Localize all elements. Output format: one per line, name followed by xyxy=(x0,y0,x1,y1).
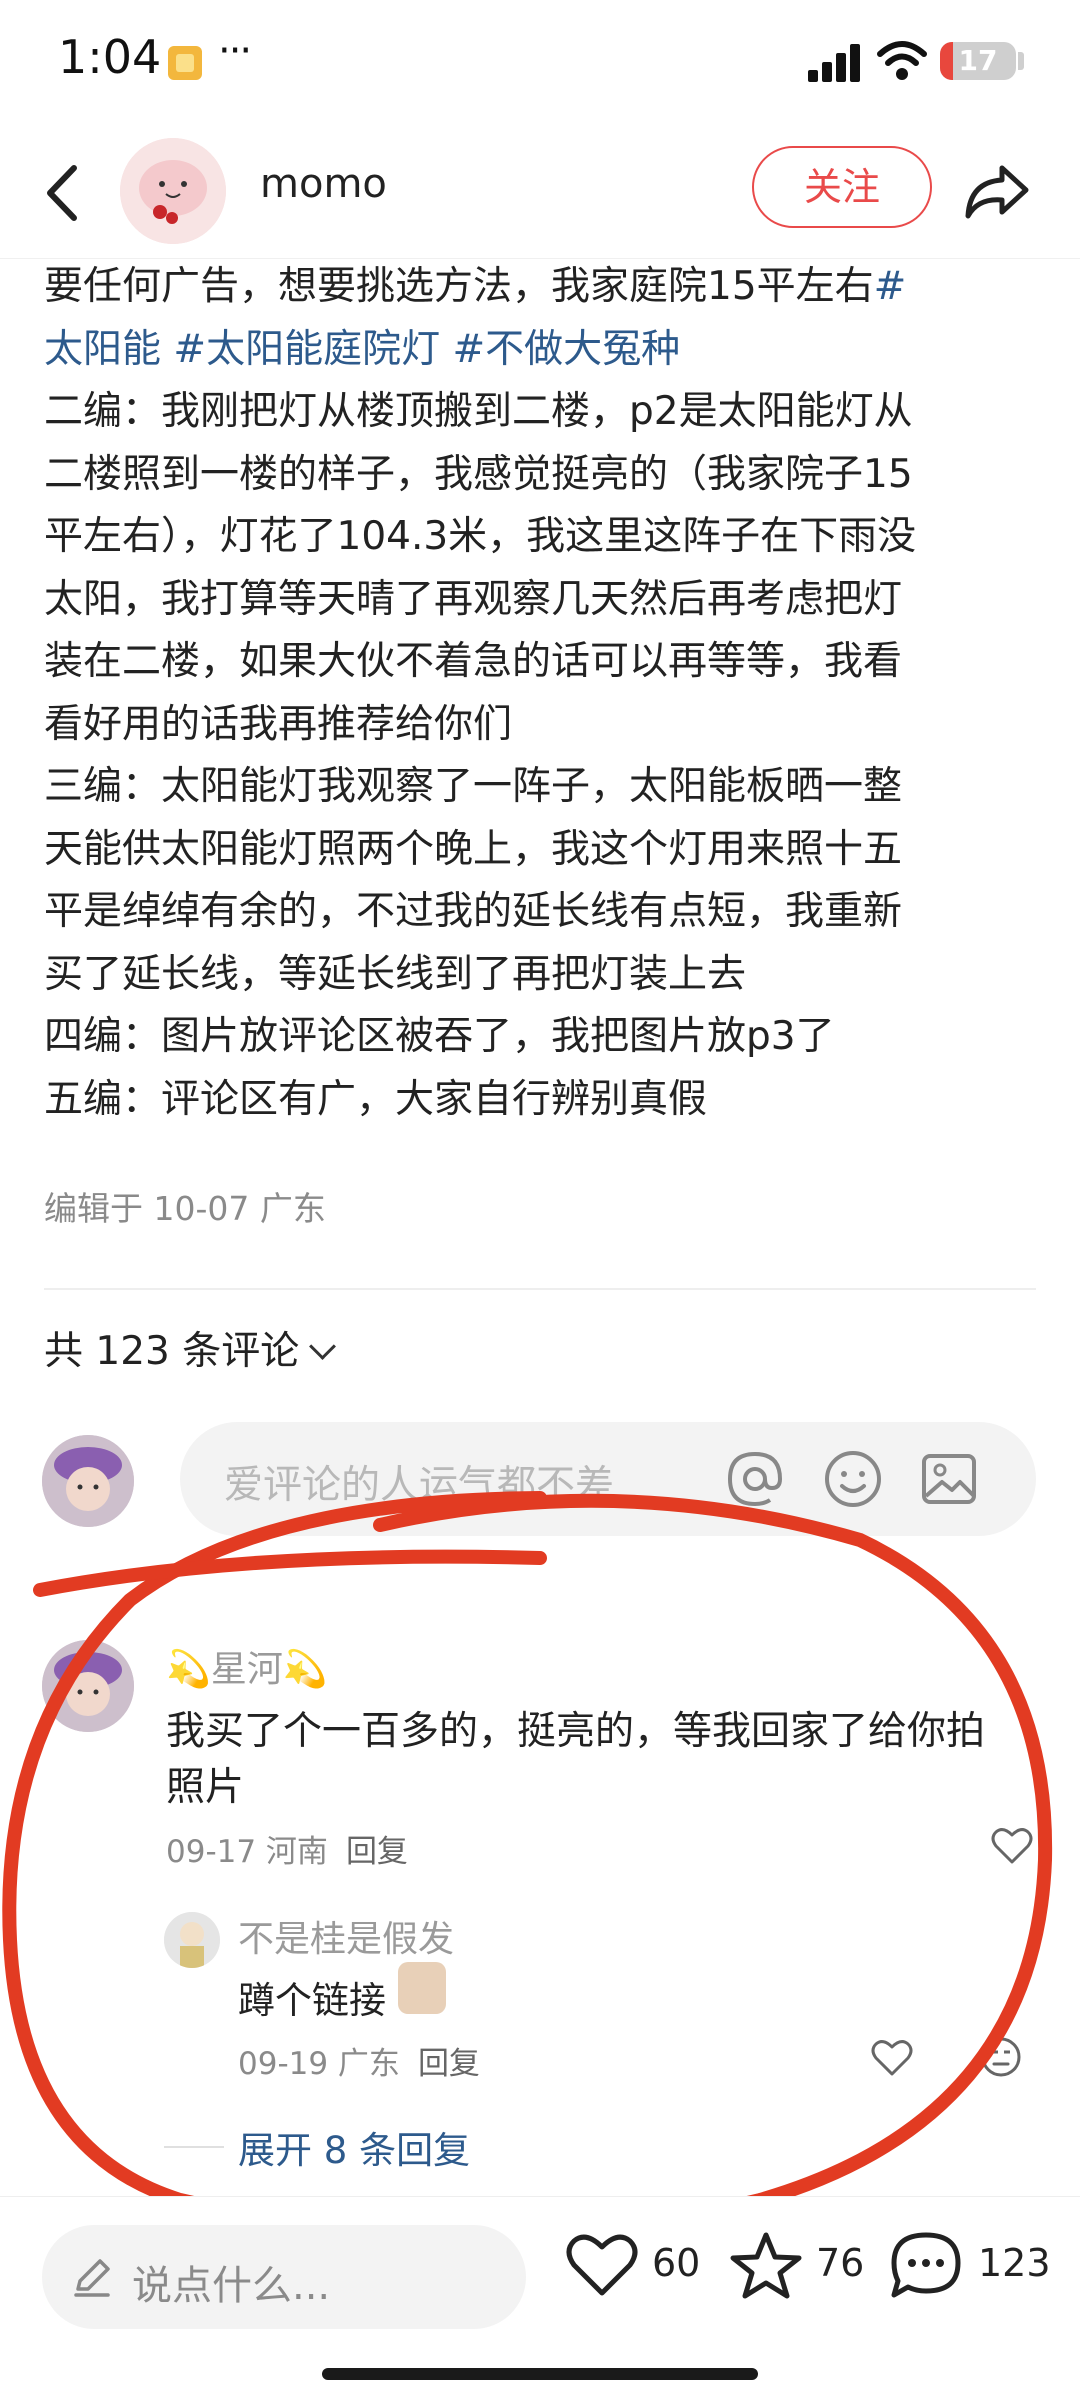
comment-count: 123 xyxy=(978,2241,1051,2285)
back-icon[interactable] xyxy=(38,158,88,228)
dislike-emoji-icon[interactable] xyxy=(980,2036,1022,2078)
pen-icon xyxy=(74,2259,110,2297)
status-time: 1:04 xyxy=(58,30,162,84)
battery-tip xyxy=(1018,52,1024,70)
heart-icon[interactable] xyxy=(564,2229,640,2301)
comment-compose-input[interactable]: 说点什么... xyxy=(42,2225,526,2329)
notes-app-icon xyxy=(168,46,202,80)
commenter-name[interactable]: 💫星河💫 xyxy=(166,1640,328,1692)
post-body-line: 买了延长线，等延长线到了再把灯装上去 xyxy=(44,944,1044,1007)
reply-button[interactable]: 回复 xyxy=(346,1834,408,1870)
comment-text-line: 照片 xyxy=(166,1765,245,1810)
post-text: 二编：我刚把灯从楼顶搬到二楼，p2是太阳能灯从 xyxy=(44,389,913,434)
commenter-avatar[interactable] xyxy=(42,1640,134,1732)
emoji-icon[interactable] xyxy=(822,1448,884,1510)
battery-percent: 17 xyxy=(958,44,998,77)
replier-avatar[interactable] xyxy=(164,1912,220,1968)
reply-date-location: 09-19 广东 xyxy=(238,2046,400,2082)
compose-placeholder: 说点什么... xyxy=(132,2263,331,2309)
comment-meta: 09-17 河南 回复 xyxy=(166,1826,408,1871)
post-text: 二楼照到一楼的样子，我感觉挺亮的（我家院子15 xyxy=(44,451,913,497)
author-avatar[interactable] xyxy=(120,138,226,244)
cellular-signal-icon xyxy=(808,42,864,82)
post-body-line: 看好用的话我再推荐给你们 xyxy=(44,694,1044,757)
status-more: ··· xyxy=(218,28,252,74)
image-icon[interactable] xyxy=(918,1448,980,1510)
battery-indicator: 17 xyxy=(940,42,1016,80)
post-body-line: 五编：评论区有广，大家自行辨别真假 xyxy=(44,1069,1044,1132)
comment-text-line: 我买了个一百多的，挺亮的，等我回家了给你拍 xyxy=(166,1709,986,1754)
post-text: 五编：评论区有广，大家自行辨别真假 xyxy=(44,1076,708,1122)
expand-replies-link[interactable]: 展开 8 条回复 xyxy=(238,2120,470,2174)
follow-button[interactable]: 关注 xyxy=(752,146,932,228)
comment-date-location: 09-17 河南 xyxy=(166,1834,328,1870)
hashtag-link[interactable]: 太阳能 #太阳能庭院灯 #不做大冤种 xyxy=(44,327,680,372)
author-name[interactable]: momo xyxy=(260,161,387,207)
post-text: 装在二楼，如果大伙不着急的话可以再等等，我看 xyxy=(44,639,903,684)
post-body-line: 平是绰绰有余的，不过我的延长线有点短，我重新 xyxy=(44,881,1044,944)
post-text: 买了延长线，等延长线到了再把灯装上去 xyxy=(44,951,747,997)
comment-bubble-icon[interactable] xyxy=(888,2229,964,2301)
post-body-line: 太阳，我打算等天晴了再观察几天然后再考虑把灯 xyxy=(44,569,1044,632)
comment-input-placeholder: 爱评论的人运气都不差 xyxy=(224,1463,615,1508)
home-indicator[interactable] xyxy=(322,2368,758,2380)
post-text: 太阳，我打算等天晴了再观察几天然后再考虑把灯 xyxy=(44,576,903,622)
expand-divider xyxy=(164,2146,224,2148)
post-text: 天能供太阳能灯照两个晚上，我这个灯用来照十五 xyxy=(44,826,903,872)
sticker-emoji xyxy=(398,1962,446,2014)
like-count: 60 xyxy=(652,2241,701,2285)
post-text: 要任何广告，想要挑选方法，我家庭院15平左右 xyxy=(44,264,874,309)
my-avatar xyxy=(42,1435,134,1527)
edit-meta: 编辑于 10-07 广东 xyxy=(44,1189,326,1228)
post-body-line: 要任何广告，想要挑选方法，我家庭院15平左右# xyxy=(44,256,1044,319)
status-bar: 1:04 ··· 17 xyxy=(0,0,1080,128)
at-icon[interactable] xyxy=(724,1448,786,1510)
post-body-line: 二编：我刚把灯从楼顶搬到二楼，p2是太阳能灯从 xyxy=(44,381,1044,444)
comment-count-toggle[interactable]: 共 123 条评论 xyxy=(44,1320,337,1376)
post-text: 平左右），灯花了104.3米，我这里这阵子在下雨没 xyxy=(44,514,917,559)
heart-icon[interactable] xyxy=(990,1826,1034,1866)
chevron-down-icon xyxy=(309,1333,337,1360)
post-body-line: 太阳能 #太阳能庭院灯 #不做大冤种 xyxy=(44,319,1044,382)
heart-icon[interactable] xyxy=(870,2038,914,2078)
post-body-line: 装在二楼，如果大伙不着急的话可以再等等，我看 xyxy=(44,631,1044,694)
wifi-icon xyxy=(877,41,927,80)
post-text: 平是绰绰有余的，不过我的延长线有点短，我重新 xyxy=(44,889,903,934)
post-text: 三编：太阳能灯我观察了一阵子，太阳能板晒一整 xyxy=(44,764,903,809)
post-body-line: 二楼照到一楼的样子，我感觉挺亮的（我家院子15 xyxy=(44,444,1044,507)
post-body: 要任何广告，想要挑选方法，我家庭院15平左右# 太阳能 #太阳能庭院灯 #不做大冤… xyxy=(44,256,1044,1131)
post-body-line: 三编：太阳能灯我观察了一阵子，太阳能板晒一整 xyxy=(44,756,1044,819)
hashtag-link[interactable]: # xyxy=(874,264,907,309)
post-body-line: 平左右），灯花了104.3米，我这里这阵子在下雨没 xyxy=(44,506,1044,569)
post-text: 看好用的话我再推荐给你们 xyxy=(44,701,513,747)
reply-meta: 09-19 广东 回复 xyxy=(238,2038,480,2083)
reply-button[interactable]: 回复 xyxy=(418,2046,480,2082)
post-body-line: 天能供太阳能灯照两个晚上，我这个灯用来照十五 xyxy=(44,819,1044,882)
reply-text: 蹲个链接 xyxy=(238,1979,386,2022)
comment-input[interactable]: 爱评论的人运气都不差 xyxy=(180,1422,1036,1536)
post-body-line: 四编：图片放评论区被吞了，我把图片放p3了 xyxy=(44,1006,1044,1069)
post-text: 四编：图片放评论区被吞了，我把图片放p3了 xyxy=(44,1014,835,1059)
comment-count-label: 共 123 条评论 xyxy=(44,1329,300,1374)
share-icon[interactable] xyxy=(962,158,1032,224)
replier-name[interactable]: 不是桂是假发 xyxy=(238,1910,454,1962)
star-icon[interactable] xyxy=(728,2229,804,2301)
comment-text: 我买了个一百多的，挺亮的，等我回家了给你拍 照片 xyxy=(166,1704,1046,1816)
post-header: momo 关注 xyxy=(0,128,1080,259)
divider xyxy=(44,1288,1036,1290)
star-count: 76 xyxy=(816,2241,865,2285)
red-annotation-circle xyxy=(2,1491,1053,2240)
